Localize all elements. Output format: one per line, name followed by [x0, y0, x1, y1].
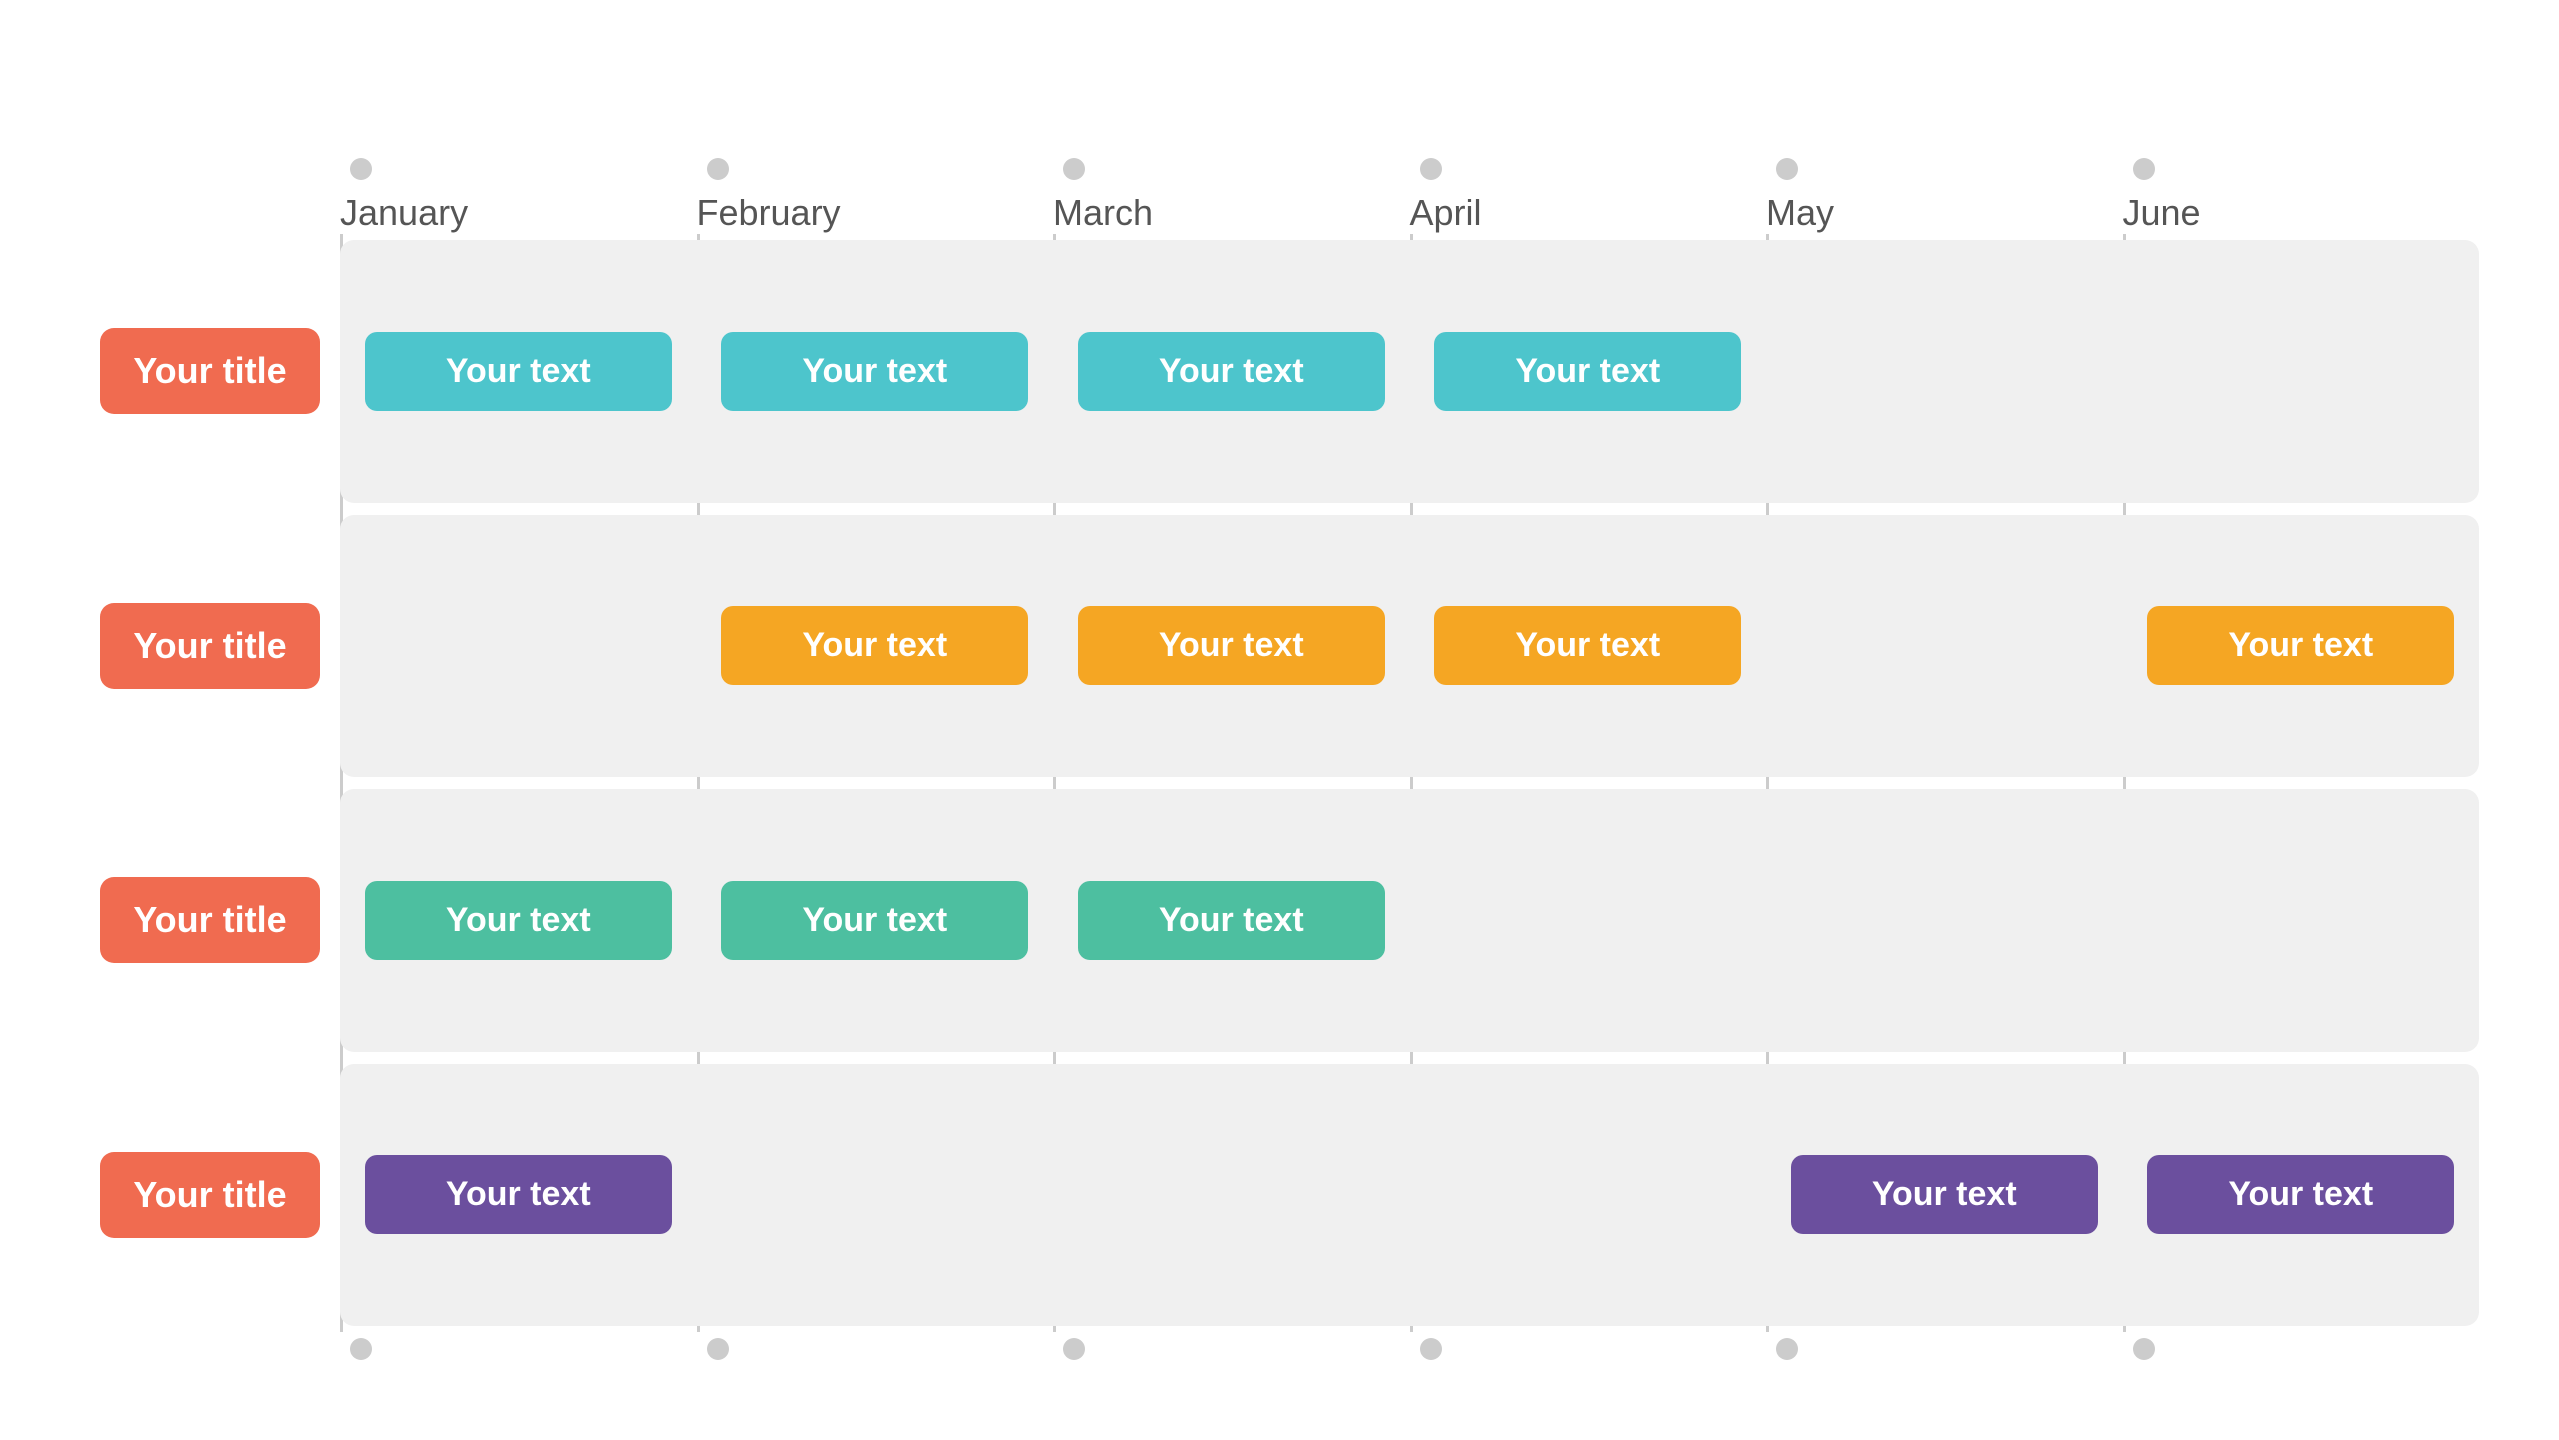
- task-btn-r1-c5[interactable]: Your text: [2147, 606, 2454, 685]
- task-btn-r0-c1[interactable]: Your text: [721, 332, 1028, 411]
- bottom-dot-col-5: [2123, 1332, 2480, 1360]
- month-col-1: February: [697, 158, 1054, 234]
- title-cell-2: Your title: [80, 783, 340, 1058]
- bottom-dots-row: [340, 1332, 2479, 1360]
- month-col-2: March: [1053, 158, 1410, 234]
- month-label-0: January: [340, 180, 468, 234]
- task-btn-r2-c2[interactable]: Your text: [1078, 881, 1385, 960]
- task-btn-r0-c0[interactable]: Your text: [365, 332, 672, 411]
- bottom-dot-col-3: [1410, 1332, 1767, 1360]
- bottom-dot-col-2: [1053, 1332, 1410, 1360]
- grid-row-2: Your text Your text Your text: [340, 789, 2479, 1052]
- task-btn-r1-c1[interactable]: Your text: [721, 606, 1028, 685]
- cell-r1-c0: [340, 515, 697, 778]
- cell-r2-c5: [2123, 789, 2480, 1052]
- title-cell-0: Your title: [80, 234, 340, 509]
- title-btn-0[interactable]: Your title: [100, 328, 320, 414]
- task-btn-r2-c1[interactable]: Your text: [721, 881, 1028, 960]
- cell-r1-c5: Your text: [2123, 515, 2480, 778]
- title-btn-2[interactable]: Your title: [100, 877, 320, 963]
- cell-r0-c1: Your text: [697, 240, 1054, 503]
- month-label-1: February: [697, 180, 841, 234]
- months-row: January February March April May June: [340, 158, 2479, 234]
- month-dot-bottom-2: [1063, 1338, 1085, 1360]
- grid-row-1: Your text Your text Your text Your text: [340, 515, 2479, 778]
- cell-r2-c1: Your text: [697, 789, 1054, 1052]
- month-dot-bottom-3: [1420, 1338, 1442, 1360]
- month-col-4: May: [1766, 158, 2123, 234]
- cell-r1-c1: Your text: [697, 515, 1054, 778]
- cell-r3-c5: Your text: [2123, 1064, 2480, 1327]
- slide: January February March April May June Yo…: [0, 0, 2559, 1440]
- month-dot-top-2: [1063, 158, 1085, 180]
- cell-r0-c3: Your text: [1410, 240, 1767, 503]
- cell-r0-c0: Your text: [340, 240, 697, 503]
- cell-r0-c2: Your text: [1053, 240, 1410, 503]
- month-label-5: June: [2123, 180, 2201, 234]
- cell-r1-c3: Your text: [1410, 515, 1767, 778]
- month-label-4: May: [1766, 180, 1834, 234]
- title-btn-3[interactable]: Your title: [100, 1152, 320, 1238]
- month-col-3: April: [1410, 158, 1767, 234]
- months-grid: Your textYour textYour textYour textYour…: [340, 234, 2479, 1332]
- month-dot-bottom-4: [1776, 1338, 1798, 1360]
- month-dot-top-3: [1420, 158, 1442, 180]
- task-btn-r2-c0[interactable]: Your text: [365, 881, 672, 960]
- titles-column: Your title Your title Your title Your title: [80, 234, 340, 1332]
- month-dot-top-0: [350, 158, 372, 180]
- grid-body: Your titleYour titleYour titleYour title…: [80, 234, 2479, 1332]
- grid-row-0: Your text Your text Your text Your text: [340, 240, 2479, 503]
- task-btn-r0-c2[interactable]: Your text: [1078, 332, 1385, 411]
- title-btn-1[interactable]: Your title: [100, 603, 320, 689]
- month-dot-bottom-5: [2133, 1338, 2155, 1360]
- cell-r3-c0: Your text: [340, 1064, 697, 1327]
- cell-r2-c2: Your text: [1053, 789, 1410, 1052]
- month-col-0: January: [340, 158, 697, 234]
- cell-r1-c4: [1766, 515, 2123, 778]
- bottom-dot-col-4: [1766, 1332, 2123, 1360]
- bottom-dot-col-0: [340, 1332, 697, 1360]
- bottom-dot-col-1: [697, 1332, 1054, 1360]
- task-btn-r1-c3[interactable]: Your text: [1434, 606, 1741, 685]
- cell-r2-c4: [1766, 789, 2123, 1052]
- month-dot-top-5: [2133, 158, 2155, 180]
- month-col-5: June: [2123, 158, 2480, 234]
- cell-r0-c5: [2123, 240, 2480, 503]
- cell-r2-c0: Your text: [340, 789, 697, 1052]
- month-label-3: April: [1410, 180, 1482, 234]
- cell-r3-c3: [1410, 1064, 1767, 1327]
- month-dot-bottom-0: [350, 1338, 372, 1360]
- month-dot-top-1: [707, 158, 729, 180]
- task-btn-r3-c4[interactable]: Your text: [1791, 1155, 2098, 1234]
- title-cell-3: Your title: [80, 1058, 340, 1333]
- title-cell-1: Your title: [80, 509, 340, 784]
- task-btn-r0-c3[interactable]: Your text: [1434, 332, 1741, 411]
- grid-row-3: Your text Your text Your text: [340, 1064, 2479, 1327]
- cell-r3-c2: [1053, 1064, 1410, 1327]
- cell-r2-c3: [1410, 789, 1767, 1052]
- roadmap-container: January February March April May June Yo…: [80, 158, 2479, 1360]
- task-btn-r3-c5[interactable]: Your text: [2147, 1155, 2454, 1234]
- month-dot-bottom-1: [707, 1338, 729, 1360]
- month-dot-top-4: [1776, 158, 1798, 180]
- cell-r1-c2: Your text: [1053, 515, 1410, 778]
- task-btn-r3-c0[interactable]: Your text: [365, 1155, 672, 1234]
- cell-r3-c1: [697, 1064, 1054, 1327]
- cell-r3-c4: Your text: [1766, 1064, 2123, 1327]
- task-btn-r1-c2[interactable]: Your text: [1078, 606, 1385, 685]
- cell-r0-c4: [1766, 240, 2123, 503]
- month-label-2: March: [1053, 180, 1153, 234]
